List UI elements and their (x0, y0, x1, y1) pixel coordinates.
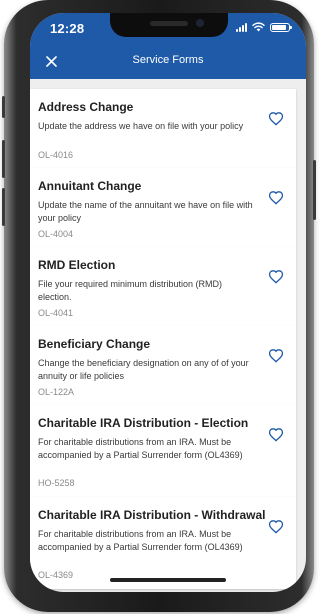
form-card-charitable-ira-election[interactable]: Charitable IRA Distribution - Election F… (30, 405, 296, 497)
page-title: Service Forms (132, 54, 204, 66)
form-title: RMD Election (38, 258, 116, 272)
volume-up-button (2, 140, 5, 178)
status-icons (236, 22, 292, 32)
form-title: Charitable IRA Distribution - Election (38, 416, 249, 430)
battery-icon (270, 22, 292, 32)
favorite-heart-icon[interactable] (268, 111, 284, 127)
forms-list: Address Change Update the address we hav… (30, 79, 306, 592)
home-indicator[interactable] (110, 578, 226, 582)
phone-screen: 12:28 Service Forms Address Change Updat… (30, 13, 306, 592)
form-code: OL-4369 (38, 570, 74, 580)
form-card-rmd-election[interactable]: RMD Election File your required minimum … (30, 247, 296, 326)
speaker (150, 21, 188, 26)
form-description: Change the beneficiary designation on an… (38, 358, 249, 381)
form-code: HO-5258 (38, 478, 75, 488)
form-card-annuitant-change[interactable]: Annuitant Change Update the name of the … (30, 168, 296, 247)
favorite-heart-icon[interactable] (268, 348, 284, 364)
form-description: File your required minimum distribution … (38, 279, 223, 302)
form-card-charitable-ira-withdrawal[interactable]: Charitable IRA Distribution - Withdrawal… (30, 497, 296, 589)
form-description: For charitable distributions from an IRA… (38, 529, 243, 552)
form-title: Annuitant Change (38, 179, 142, 193)
form-code: OL-4004 (38, 229, 74, 239)
front-camera (196, 19, 204, 27)
favorite-heart-icon[interactable] (268, 190, 284, 206)
form-description: Update the address we have on file with … (38, 121, 244, 131)
form-title: Charitable IRA Distribution - Withdrawal (38, 508, 266, 522)
mute-switch (2, 96, 5, 118)
form-description: For charitable distributions from an IRA… (38, 437, 243, 460)
wifi-icon (252, 22, 265, 32)
cellular-signal-icon (236, 22, 247, 32)
app-bar: Service Forms (30, 43, 306, 79)
form-card-beneficiary-change[interactable]: Beneficiary Change Change the beneficiar… (30, 326, 296, 405)
form-code: OL-4016 (38, 150, 74, 160)
favorite-heart-icon[interactable] (268, 427, 284, 443)
favorite-heart-icon[interactable] (268, 269, 284, 285)
form-code: OL-4041 (38, 308, 74, 318)
status-time: 12:28 (50, 21, 85, 36)
form-code: OL-122A (38, 387, 75, 397)
phone-frame: 12:28 Service Forms Address Change Updat… (2, 0, 316, 612)
volume-down-button (2, 188, 5, 226)
power-button (313, 160, 316, 220)
form-card-address-change[interactable]: Address Change Update the address we hav… (30, 89, 296, 168)
favorite-heart-icon[interactable] (268, 519, 284, 535)
form-description: Update the name of the annuitant we have… (38, 200, 253, 223)
form-title: Address Change (38, 100, 134, 114)
form-title: Beneficiary Change (38, 337, 151, 351)
notch (110, 13, 228, 37)
